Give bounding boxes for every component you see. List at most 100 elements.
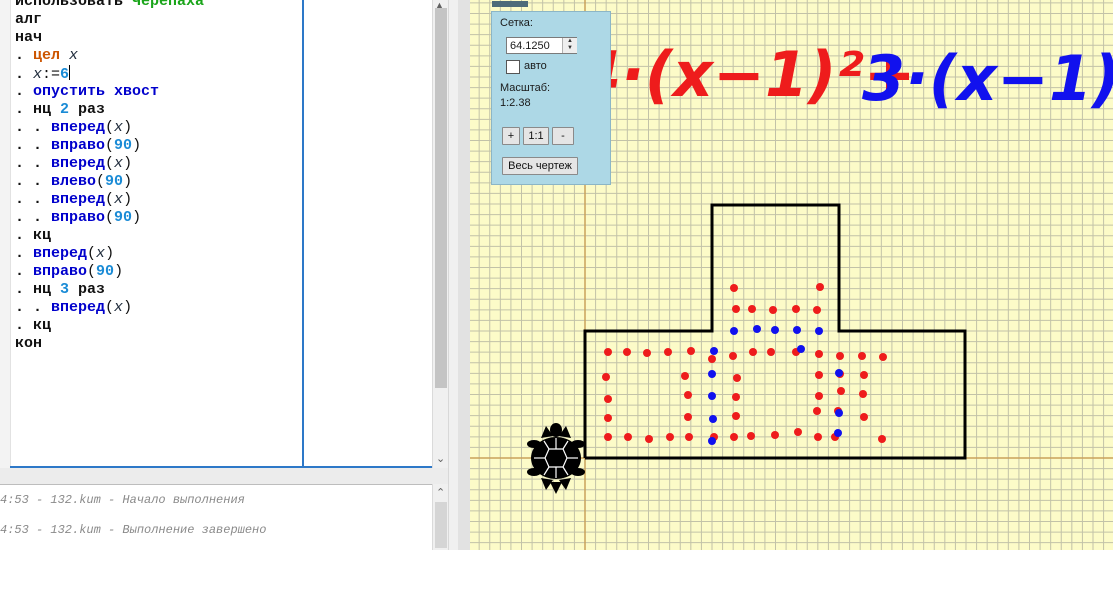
blue-dot	[797, 345, 805, 353]
code-line[interactable]: использовать Черепаха	[15, 0, 204, 11]
zoom-in-button[interactable]: +	[502, 127, 520, 145]
code-line[interactable]: . нц 2 раз	[15, 101, 204, 119]
red-dot	[645, 435, 653, 443]
code-line[interactable]: . . вперед(x)	[15, 299, 204, 317]
code-line[interactable]: . . вправо(90)	[15, 209, 204, 227]
spin-up-icon[interactable]: ▲	[563, 38, 577, 45]
red-dot	[623, 348, 631, 356]
red-dot	[767, 348, 775, 356]
code-line[interactable]: . . влево(90)	[15, 173, 204, 191]
grid-step-spinner[interactable]: ▲ ▼	[562, 38, 577, 53]
auto-grid-checkbox[interactable]	[506, 60, 520, 74]
code-line[interactable]: . опустить хвост	[15, 83, 204, 101]
editor-margin-line	[302, 0, 304, 468]
code-line[interactable]: . . вперед(x)	[15, 155, 204, 173]
code-token: .	[15, 263, 34, 280]
drawing-control-panel: Сетка: 64.1250 ▲ ▼ авто Масштаб: 1:2.38 …	[491, 1, 611, 185]
red-dot	[749, 348, 757, 356]
red-dot	[604, 414, 612, 422]
red-dot	[604, 395, 612, 403]
code-token: 2	[60, 101, 70, 118]
scroll-up-icon[interactable]: ⌃	[436, 486, 445, 499]
code-line[interactable]: . . вперед(x)	[15, 119, 204, 137]
red-dot	[624, 433, 632, 441]
red-dot	[813, 407, 821, 415]
code-line[interactable]: . нц 3 раз	[15, 281, 204, 299]
blue-dot	[815, 327, 823, 335]
red-dot	[816, 283, 824, 291]
log-line-finish: 4:53 - 132.kum - Выполнение завершено	[0, 523, 267, 537]
code-token: . .	[15, 299, 52, 316]
red-dot	[664, 348, 672, 356]
zoom-reset-button[interactable]: 1:1	[523, 127, 549, 145]
code-token: (	[105, 209, 115, 226]
code-line[interactable]: . кц	[15, 227, 204, 245]
code-token: вперед	[51, 191, 106, 208]
code-token: вправо	[51, 137, 106, 154]
code-line[interactable]: кон	[15, 335, 204, 353]
code-token: x	[114, 119, 124, 136]
red-dot	[860, 371, 868, 379]
red-dot	[815, 392, 823, 400]
blue-dot	[771, 326, 779, 334]
code-line[interactable]: . . вперед(x)	[15, 191, 204, 209]
blue-dot	[835, 369, 843, 377]
console-scrollbar[interactable]: ⌃	[432, 484, 449, 550]
log-line-start: 4:53 - 132.kum - Начало выполнения	[0, 493, 245, 507]
red-dot	[815, 371, 823, 379]
code-line[interactable]: . цел x	[15, 47, 204, 65]
code-token: (	[87, 245, 97, 262]
code-token: . .	[15, 137, 52, 154]
code-token: . .	[15, 155, 52, 172]
code-token: 90	[105, 173, 124, 190]
code-token: 90	[96, 263, 115, 280]
auto-grid-label: авто	[524, 60, 547, 72]
pane-splitter[interactable]	[0, 468, 452, 484]
code-token: . нц	[15, 281, 61, 298]
code-token: . .	[15, 191, 52, 208]
code-line[interactable]: . кц	[15, 317, 204, 335]
code-editor[interactable]: использовать Черепаха алг нач. цел x. x:=6…	[0, 0, 432, 468]
code-token: )	[123, 155, 133, 172]
drawing-side-scrollbar[interactable]	[458, 0, 470, 550]
console-scroll-thumb[interactable]	[435, 502, 447, 548]
turtle-icon	[527, 423, 585, 494]
code-token: 3	[60, 281, 70, 298]
code-token: . кц	[15, 317, 52, 334]
code-token: раз	[69, 281, 106, 298]
editor-scrollbar[interactable]: ▲ ⌄	[432, 0, 449, 468]
fit-all-button[interactable]: Весь чертеж	[502, 157, 578, 175]
code-line[interactable]: . . вправо(90)	[15, 137, 204, 155]
code-line[interactable]: . вправо(90)	[15, 263, 204, 281]
code-token: раз	[69, 101, 106, 118]
panel-title-bar[interactable]	[492, 1, 528, 7]
code-token: . .	[15, 173, 52, 190]
editor-gutter	[0, 0, 11, 468]
red-dot	[681, 372, 689, 380]
blue-dot	[835, 409, 843, 417]
spin-down-icon[interactable]: ▼	[563, 45, 577, 52]
program-code[interactable]: использовать Черепаха алг нач. цел x. x:=6…	[15, 0, 204, 353]
blue-dot	[710, 347, 718, 355]
code-line[interactable]: . вперед(x)	[15, 245, 204, 263]
code-token: . .	[15, 209, 52, 226]
grid-label: Сетка:	[500, 17, 533, 29]
code-line[interactable]: . x:=6	[15, 65, 204, 83]
red-dot	[684, 413, 692, 421]
code-token: (	[105, 119, 115, 136]
zoom-out-button[interactable]: -	[552, 127, 574, 145]
red-dot	[771, 431, 779, 439]
code-token: вперед	[51, 119, 106, 136]
code-line[interactable]: алг	[15, 11, 204, 29]
code-token: . .	[15, 119, 52, 136]
red-dot	[729, 352, 737, 360]
code-token: 90	[114, 209, 133, 226]
red-dot	[792, 305, 800, 313]
code-line[interactable]: нач	[15, 29, 204, 47]
scroll-down-icon[interactable]: ⌄	[436, 452, 445, 465]
code-token: опустить хвост	[33, 83, 160, 100]
code-token: цел	[33, 47, 61, 64]
editor-scroll-thumb[interactable]	[435, 8, 447, 388]
code-token: )	[123, 173, 133, 190]
code-token: )	[123, 119, 133, 136]
